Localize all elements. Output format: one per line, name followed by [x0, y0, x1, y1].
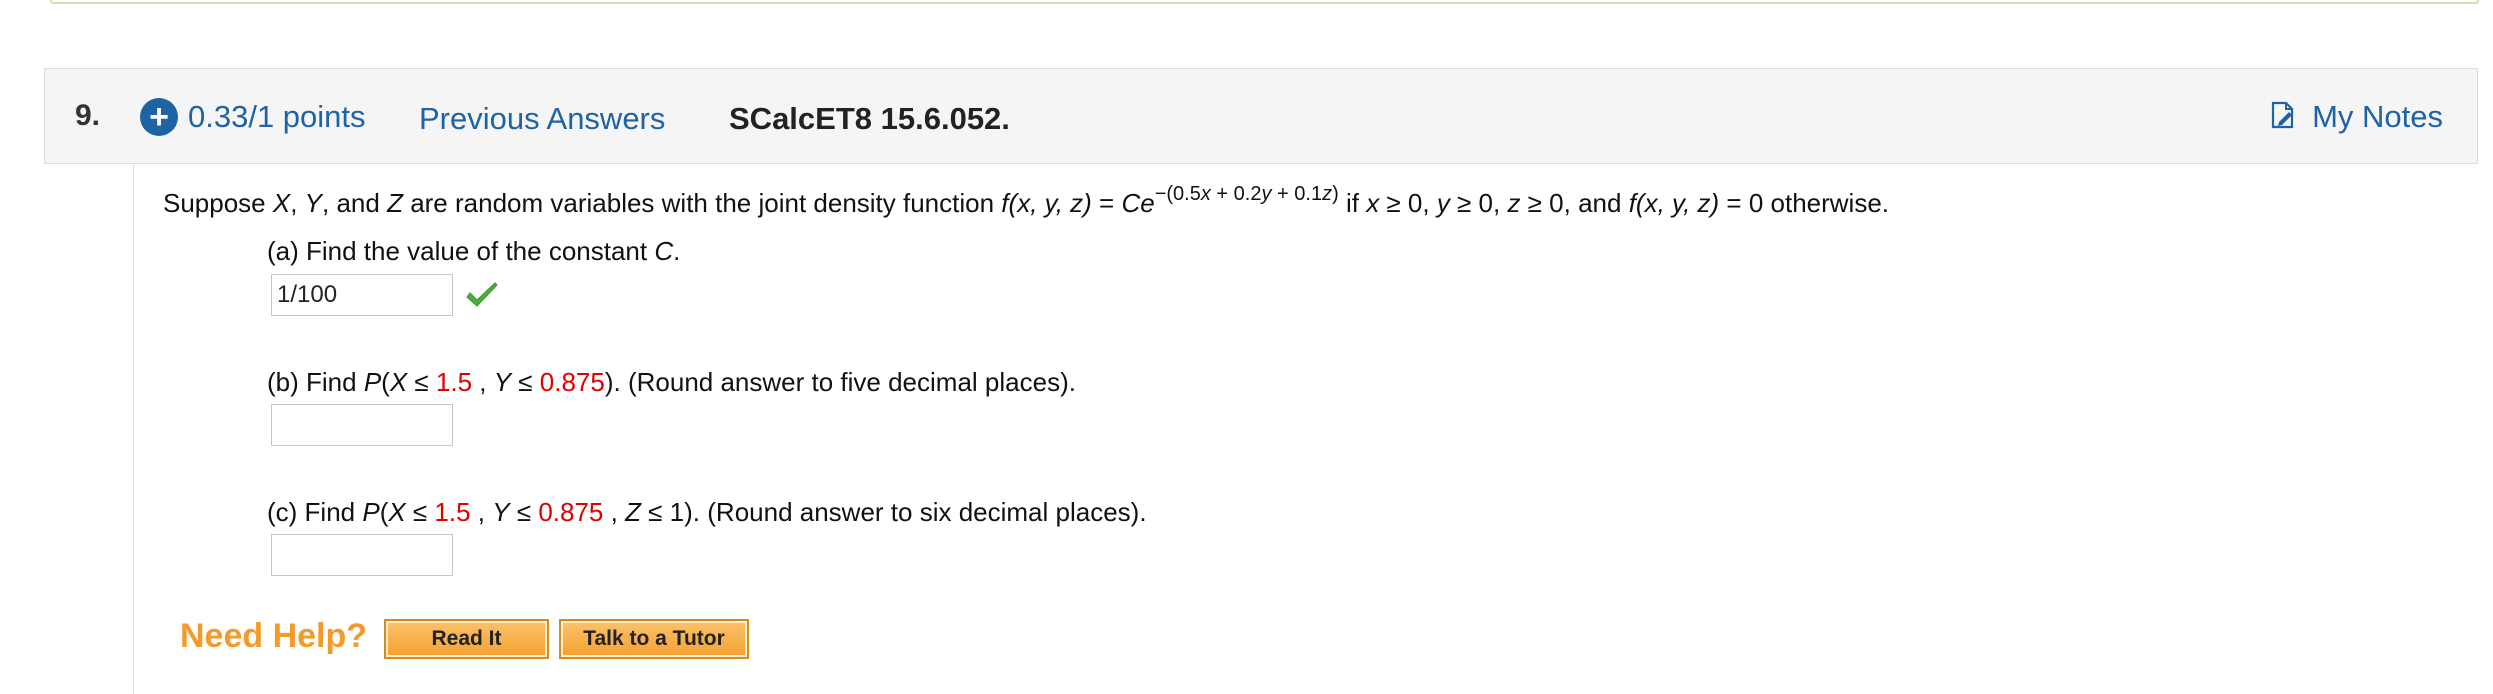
part-a-answer-input[interactable] — [271, 274, 453, 316]
my-notes-label: My Notes — [2312, 99, 2443, 134]
read-it-button[interactable]: Read It — [384, 619, 549, 659]
question-header: 9. + 0.33/1 points Previous Answers SCal… — [44, 68, 2478, 164]
question-body: Suppose X, Y, and Z are random variables… — [133, 164, 2478, 694]
question-number: 9. — [75, 99, 101, 132]
points-indicator[interactable]: + 0.33/1 points — [140, 98, 366, 136]
problem-statement: Suppose X, Y, and Z are random variables… — [163, 183, 1890, 218]
previous-question-panel — [50, 0, 2479, 4]
need-help-label: Need Help? — [180, 617, 368, 655]
part-c-answer-input[interactable] — [271, 534, 453, 576]
my-notes-button[interactable]: My Notes — [2270, 99, 2443, 135]
question-source: SCalcET8 15.6.052. — [729, 101, 1010, 136]
previous-answers-link[interactable]: Previous Answers — [419, 101, 665, 137]
talk-to-tutor-button[interactable]: Talk to a Tutor — [559, 619, 749, 659]
part-b-prompt: (b) Find P(X ≤ 1.5 , Y ≤ 0.875). (Round … — [267, 367, 1076, 397]
part-b-answer-input[interactable] — [271, 404, 453, 446]
points-label: 0.33/1 points — [188, 99, 366, 134]
correct-check-icon — [465, 282, 499, 315]
plus-icon[interactable]: + — [140, 98, 178, 136]
part-a-prompt: (a) Find the value of the constant C. — [267, 236, 681, 266]
note-pencil-icon — [2270, 101, 2296, 134]
part-c-prompt: (c) Find P(X ≤ 1.5 , Y ≤ 0.875 , Z ≤ 1).… — [267, 497, 1147, 527]
